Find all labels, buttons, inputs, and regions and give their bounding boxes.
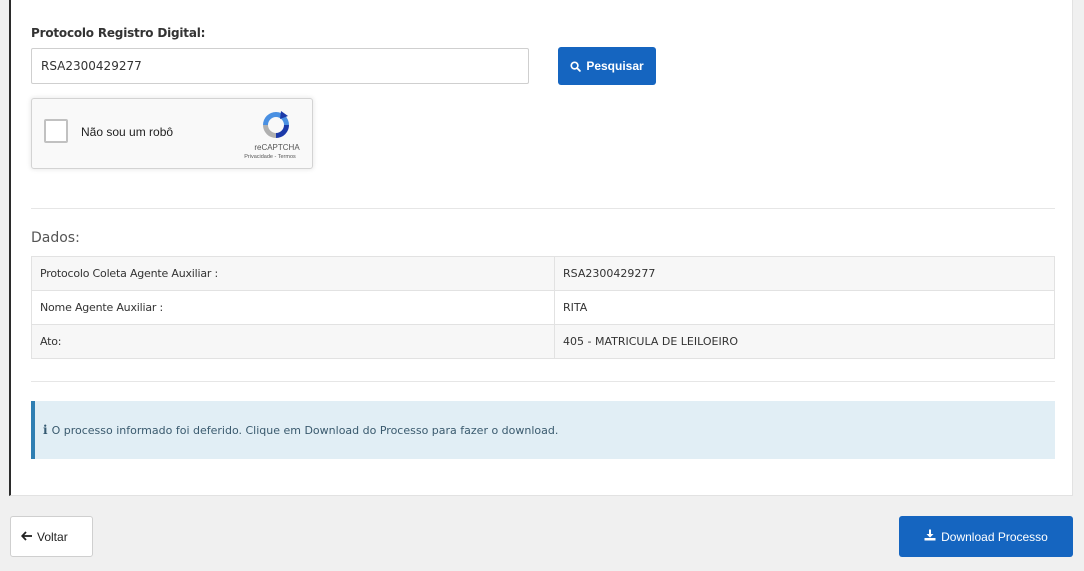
download-button-label: Download Processo <box>941 529 1048 544</box>
search-icon <box>570 60 582 72</box>
section-divider-bottom <box>31 381 1055 382</box>
dados-title: Dados: <box>31 230 80 246</box>
download-process-button[interactable]: Download Processo <box>899 516 1073 557</box>
row-value: 405 - MATRICULA DE LEILOEIRO <box>554 324 1055 359</box>
table-row: Nome Agente Auxiliar : RITA <box>31 290 1055 325</box>
info-icon: i <box>43 423 48 437</box>
arrow-left-icon <box>20 530 33 544</box>
table-row: Protocolo Coleta Agente Auxiliar : RSA23… <box>31 256 1055 291</box>
row-value: RITA <box>554 290 1055 325</box>
search-button-label: Pesquisar <box>586 59 644 73</box>
recaptcha-checkbox[interactable] <box>44 119 68 143</box>
row-key: Ato: <box>31 324 555 359</box>
search-card: Protocolo Registro Digital: Pesquisar Nã… <box>9 0 1073 496</box>
recaptcha-terms-link[interactable]: Privacidade - Termos <box>228 154 312 160</box>
back-button[interactable]: Voltar <box>10 516 93 557</box>
info-alert-text: O processo informado foi deferido. Cliqu… <box>51 423 559 437</box>
search-button[interactable]: Pesquisar <box>558 47 656 85</box>
row-key: Protocolo Coleta Agente Auxiliar : <box>31 256 555 291</box>
row-key: Nome Agente Auxiliar : <box>31 290 555 325</box>
recaptcha-brand: reCAPTCHA <box>254 143 300 152</box>
section-divider-top <box>31 208 1055 209</box>
recaptcha-label: Não sou um robô <box>81 125 174 139</box>
download-icon <box>924 529 936 544</box>
protocol-input[interactable] <box>31 48 529 84</box>
screen: Protocolo Registro Digital: Pesquisar Nã… <box>0 0 1084 571</box>
protocol-label: Protocolo Registro Digital: <box>31 26 206 40</box>
info-alert: i O processo informado foi deferido. Cli… <box>31 401 1055 459</box>
table-row: Ato: 405 - MATRICULA DE LEILOEIRO <box>31 324 1055 359</box>
back-button-label: Voltar <box>37 529 68 544</box>
dados-table: Protocolo Coleta Agente Auxiliar : RSA23… <box>31 256 1055 359</box>
recaptcha-widget: Não sou um robô reCAPTCHA Privacidade - … <box>31 98 313 169</box>
row-value: RSA2300429277 <box>554 256 1055 291</box>
recaptcha-logo-icon <box>260 109 292 141</box>
